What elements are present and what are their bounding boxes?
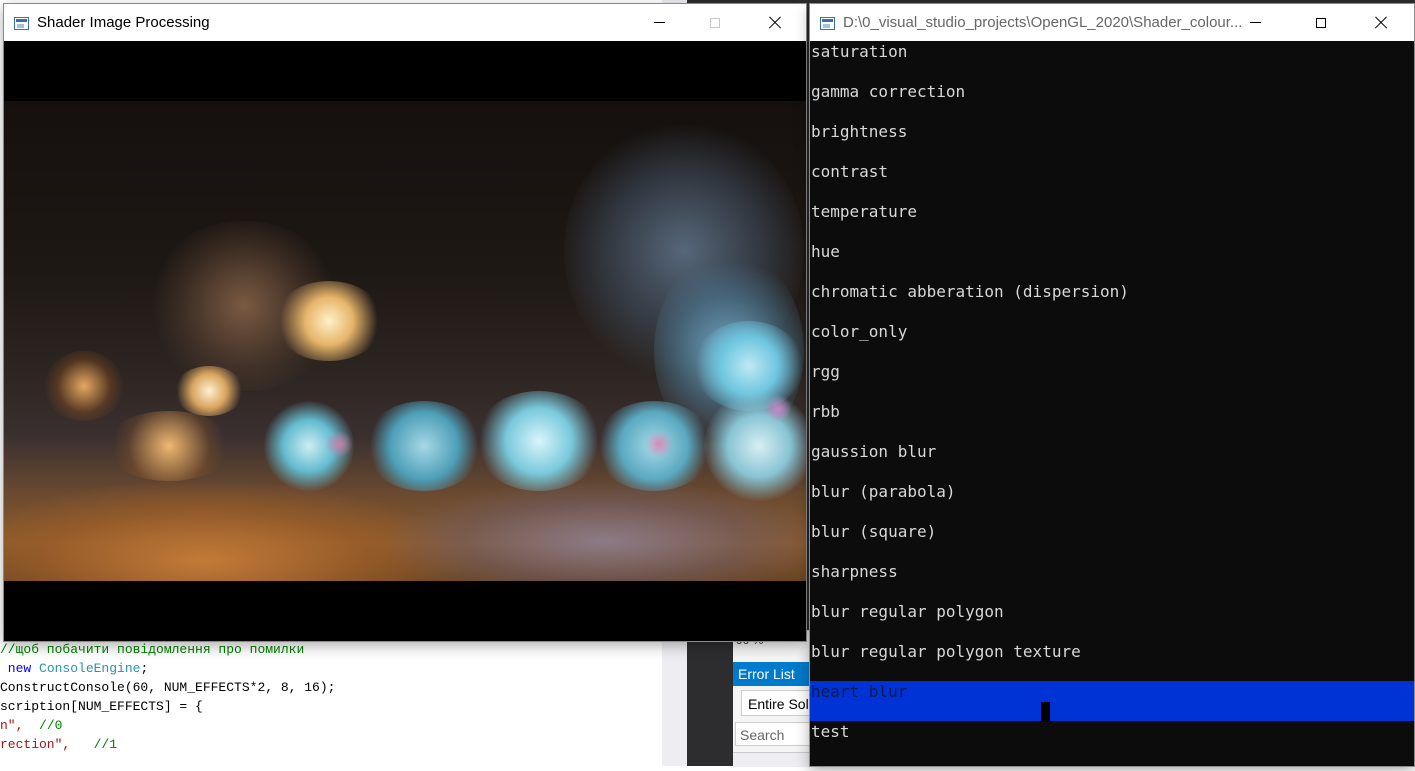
code-token: ConstructConsole(60, NUM_EFFECTS*2, 8, 1…: [0, 680, 336, 695]
effect-item-label: contrast: [811, 162, 889, 181]
effect-item[interactable]: rgg: [810, 361, 1414, 401]
console-window[interactable]: D:\0_visual_studio_projects\OpenGL_2020\…: [810, 4, 1414, 766]
effect-item[interactable]: gamma correction: [810, 81, 1414, 121]
code-token: new: [0, 661, 40, 676]
console-minimize-button[interactable]: [1232, 4, 1278, 41]
effect-item-label: blur regular polygon: [811, 602, 1004, 621]
minimize-icon: [653, 22, 665, 23]
effect-item[interactable]: rbb: [810, 401, 1414, 441]
effect-item-label: blur (square): [811, 522, 937, 541]
console-window-titlebar[interactable]: D:\0_visual_studio_projects\OpenGL_2020\…: [810, 4, 1414, 41]
code-line[interactable]: ConstructConsole(60, NUM_EFFECTS*2, 8, 1…: [0, 680, 335, 695]
code-token: ConsoleEngine: [39, 661, 141, 676]
effect-item-label: saturation: [811, 42, 908, 61]
app-window-icon: [14, 17, 29, 30]
console-window-title: D:\0_visual_studio_projects\OpenGL_2020\…: [843, 14, 1243, 31]
effect-item-label: gaussion blur: [811, 442, 937, 461]
effect-item-label: blur regular polygon texture: [811, 642, 1081, 661]
code-line[interactable]: n", //0: [0, 718, 62, 733]
console-cursor: [1041, 702, 1050, 722]
effect-item-label: test: [811, 722, 850, 741]
effect-item[interactable]: contrast: [810, 161, 1414, 201]
effect-item-selected[interactable]: heart blur: [810, 681, 1414, 721]
effect-item[interactable]: temperature: [810, 201, 1414, 241]
effect-item[interactable]: blur (square): [810, 521, 1414, 561]
code-line[interactable]: //щоб побачити повідомлення про помилки: [0, 642, 304, 657]
console-app-icon: [820, 17, 835, 30]
code-token: //0: [39, 718, 63, 733]
code-line[interactable]: new ConsoleEngine;: [0, 661, 148, 676]
effect-item[interactable]: color_only: [810, 321, 1414, 361]
minimize-icon: [1249, 22, 1261, 23]
effect-item[interactable]: saturation: [810, 41, 1414, 81]
console-maximize-button[interactable]: [1298, 4, 1344, 41]
error-search-input[interactable]: Search Erro: [735, 722, 815, 767]
effect-item[interactable]: sharpness: [810, 561, 1414, 601]
code-token: ;: [140, 661, 149, 676]
effect-item-label: gamma correction: [811, 82, 966, 101]
shader-window[interactable]: Shader Image Processing: [4, 4, 806, 641]
effect-item-label: temperature: [811, 202, 917, 221]
effect-item-label: sharpness: [811, 562, 898, 581]
close-icon: [1374, 16, 1388, 30]
console-close-button[interactable]: [1358, 4, 1404, 41]
blurred-night-photo: [4, 101, 806, 581]
effect-item[interactable]: test: [810, 721, 1414, 761]
effect-item-label: hue: [811, 242, 840, 261]
maximize-button[interactable]: [692, 4, 738, 41]
code-token: //1: [93, 737, 118, 752]
shader-window-title: Shader Image Processing: [37, 14, 210, 31]
effect-item[interactable]: hue: [810, 241, 1414, 281]
code-token: //щоб побачити повідомлення про помилки: [0, 642, 305, 657]
minimize-button[interactable]: [636, 4, 682, 41]
effect-item-label: chromatic abberation (dispersion): [811, 282, 1129, 301]
error-scope-dropdown[interactable]: Entire Sol: [741, 690, 811, 716]
effect-item-label: rgg: [811, 362, 840, 381]
shader-window-titlebar[interactable]: Shader Image Processing: [4, 4, 806, 41]
close-button[interactable]: [752, 4, 798, 41]
code-token: scription[NUM_EFFECTS] = {: [0, 699, 203, 714]
effect-item-label: brightness: [811, 122, 908, 141]
effect-item[interactable]: blur regular polygon: [810, 601, 1414, 641]
effect-item-label: rbb: [811, 402, 840, 421]
effect-item-label: blur (parabola): [811, 482, 956, 501]
maximize-icon: [710, 17, 720, 28]
code-token: n",: [0, 718, 40, 733]
effect-item-label: heart blur: [811, 682, 908, 701]
code-line[interactable]: rection", //1: [0, 737, 117, 752]
code-line[interactable]: scription[NUM_EFFECTS] = {: [0, 699, 203, 714]
effect-item[interactable]: gaussion blur: [810, 441, 1414, 481]
maximize-icon: [1316, 17, 1326, 28]
close-icon: [768, 16, 782, 30]
console-body[interactable]: saturation gamma correction brightness cont…: [810, 41, 1414, 766]
effect-item[interactable]: chromatic abberation (dispersion): [810, 281, 1414, 321]
render-viewport[interactable]: [4, 41, 806, 641]
effect-item[interactable]: blur (parabola): [810, 481, 1414, 521]
effect-item[interactable]: brightness: [810, 121, 1414, 161]
effect-item-label: color_only: [811, 322, 908, 341]
code-token: rection",: [0, 737, 94, 752]
effect-item[interactable]: blur regular polygon texture: [810, 641, 1414, 681]
error-list-tab[interactable]: Error List: [733, 662, 813, 686]
